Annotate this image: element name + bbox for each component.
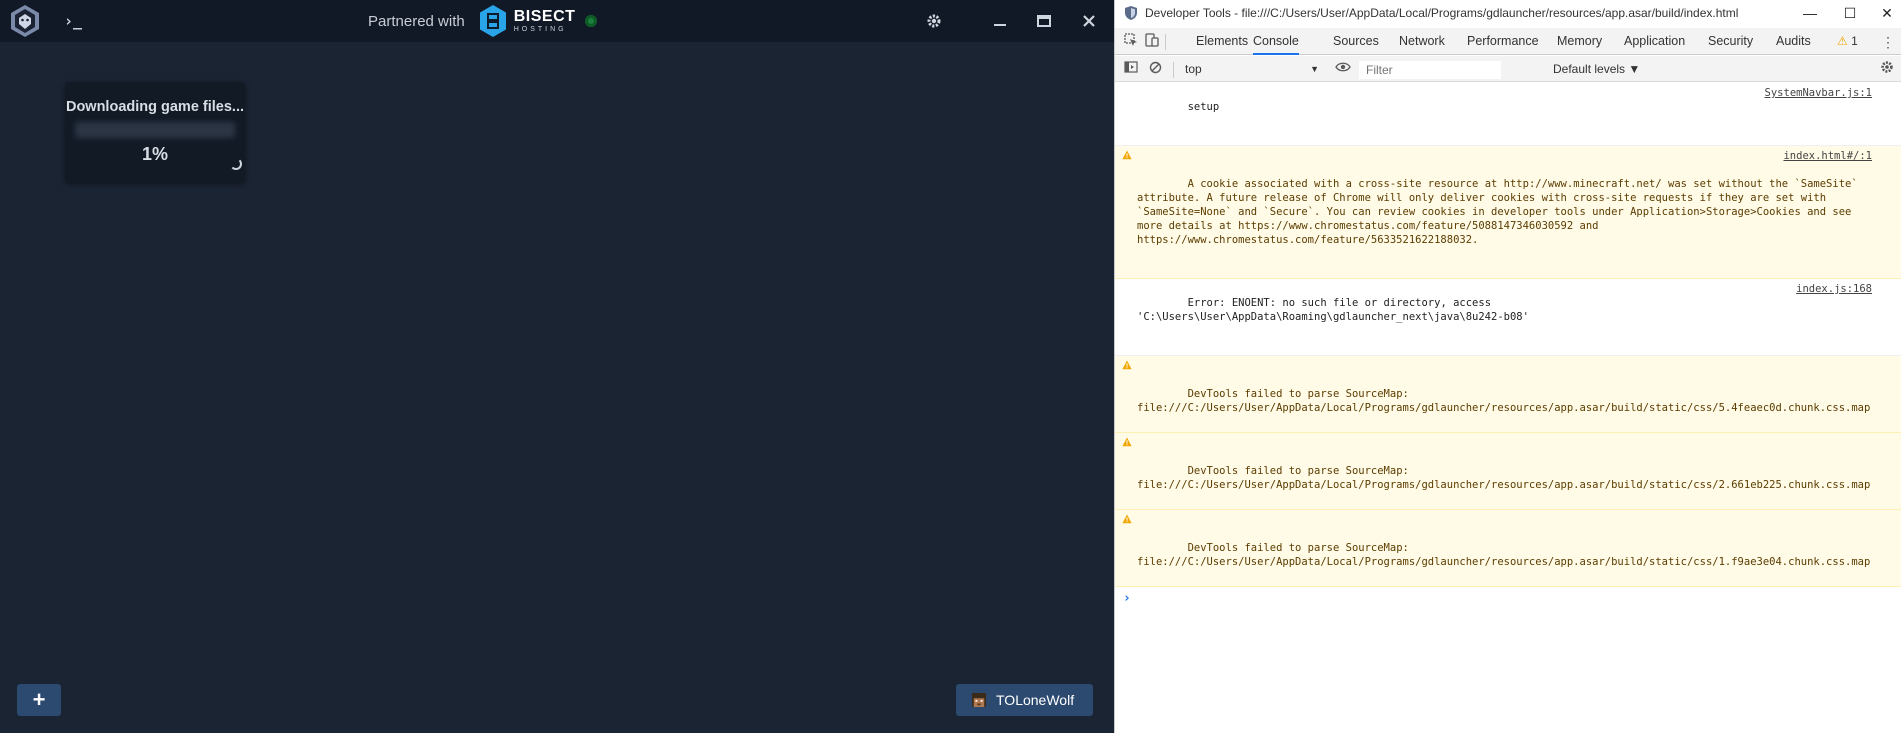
- close-icon[interactable]: [1077, 9, 1101, 33]
- spinner-icon: [230, 158, 242, 170]
- warnings-badge[interactable]: ⚠ 1: [1837, 28, 1858, 55]
- context-value: top: [1185, 62, 1202, 76]
- console-settings-gear-icon[interactable]: [1879, 60, 1895, 76]
- console-message-text: DevTools failed to parse SourceMap: file…: [1137, 465, 1871, 491]
- console-message-text: Error: ENOENT: no such file or directory…: [1137, 297, 1529, 323]
- bisect-sub: HOSTING: [513, 26, 567, 33]
- tab-elements[interactable]: Elements: [1196, 28, 1248, 55]
- kebab-icon[interactable]: ⋮: [1881, 32, 1895, 52]
- console-message: Error: ENOENT: no such file or directory…: [1115, 279, 1901, 356]
- shield-app-icon: [1125, 6, 1137, 20]
- maximize-icon[interactable]: ☐: [1830, 3, 1870, 23]
- add-instance-button[interactable]: +: [17, 684, 61, 716]
- partner-banner[interactable]: Partnered with BISECT HOSTING: [368, 5, 598, 37]
- console-message-source[interactable]: index.js:168: [1796, 282, 1872, 296]
- console-warning: DevTools failed to parse SourceMap: file…: [1115, 510, 1901, 587]
- console-warning: DevTools failed to parse SourceMap: file…: [1115, 433, 1901, 510]
- sidebar-icon[interactable]: [1123, 61, 1139, 77]
- account-button[interactable]: TOLoneWolf: [956, 684, 1093, 716]
- partner-text: Partnered with: [368, 12, 465, 30]
- console-message-text: setup: [1187, 101, 1220, 113]
- warning-icon: [1122, 360, 1132, 370]
- account-name: TOLoneWolf: [996, 692, 1075, 708]
- console-toolbar: top ▼ Default levels ▼: [1115, 56, 1901, 82]
- instance-card[interactable]: Downloading game files... 1%: [65, 82, 245, 182]
- toolbar-separator: [1173, 62, 1174, 78]
- console-output: setup SystemNavbar.js:1 A cookie associa…: [1115, 83, 1901, 733]
- tab-network[interactable]: Network: [1399, 28, 1445, 55]
- devtools-tabbar: Elements Console Sources Network Perform…: [1115, 28, 1901, 55]
- devtools-titlebar: Developer Tools - file:///C:/Users/User/…: [1115, 0, 1901, 26]
- tab-application[interactable]: Application: [1624, 28, 1685, 55]
- minimize-icon[interactable]: [988, 9, 1012, 33]
- instance-download-status: Downloading game files...: [65, 99, 245, 115]
- avatar-icon: [972, 693, 986, 707]
- inspect-icon[interactable]: [1123, 33, 1139, 49]
- log-levels-dropdown[interactable]: Default levels ▼: [1553, 60, 1640, 78]
- gdlauncher-logo-icon[interactable]: [9, 4, 41, 38]
- console-message-text: DevTools failed to parse SourceMap: file…: [1137, 388, 1871, 414]
- context-select[interactable]: top ▼: [1185, 60, 1319, 78]
- online-status-dot: [585, 15, 598, 27]
- console-message-text: A cookie associated with a cross-site re…: [1137, 178, 1864, 246]
- instance-name-blurred: [75, 122, 235, 138]
- tab-memory[interactable]: Memory: [1557, 28, 1602, 55]
- minimize-icon[interactable]: —: [1790, 3, 1830, 23]
- instance-progress-text: 1%: [141, 144, 168, 164]
- screen: ›_ Partnered with BISECT HOSTING Downloa…: [0, 0, 1901, 733]
- warning-icon: [1122, 437, 1132, 447]
- warnings-count: 1: [1851, 34, 1858, 48]
- settings-gear-icon[interactable]: [922, 9, 946, 33]
- console-message-text: DevTools failed to parse SourceMap: file…: [1137, 542, 1871, 568]
- console-prompt[interactable]: ›: [1115, 587, 1901, 606]
- tab-separator: [1165, 34, 1166, 50]
- warning-icon: [1122, 514, 1132, 524]
- bisect-wordmark: BISECT HOSTING: [513, 8, 576, 34]
- tab-security[interactable]: Security: [1708, 28, 1753, 55]
- tab-performance[interactable]: Performance: [1467, 28, 1539, 55]
- console-message: setup SystemNavbar.js:1: [1115, 83, 1901, 146]
- clear-icon[interactable]: [1147, 61, 1163, 77]
- launcher-navbar: ›_ Partnered with BISECT HOSTING: [0, 0, 1114, 42]
- eye-icon[interactable]: [1335, 61, 1351, 77]
- warning-icon: [1122, 150, 1132, 160]
- tab-console[interactable]: Console: [1253, 28, 1299, 55]
- chevron-down-icon: ▼: [1310, 64, 1319, 74]
- devtools-window: Developer Tools - file:///C:/Users/User/…: [1114, 0, 1901, 733]
- tab-audits[interactable]: Audits: [1776, 28, 1811, 55]
- device-icon[interactable]: [1144, 33, 1160, 49]
- launcher-window: ›_ Partnered with BISECT HOSTING Downloa…: [0, 0, 1114, 733]
- console-message-source[interactable]: SystemNavbar.js:1: [1765, 86, 1872, 100]
- bisect-logo-icon: [479, 5, 506, 37]
- warning-icon: ⚠: [1837, 34, 1848, 48]
- console-warning: DevTools failed to parse SourceMap: file…: [1115, 356, 1901, 433]
- terminal-icon[interactable]: ›_: [64, 11, 86, 31]
- devtools-title: Developer Tools - file:///C:/Users/User/…: [1145, 6, 1739, 20]
- console-warning: A cookie associated with a cross-site re…: [1115, 146, 1901, 279]
- tab-sources[interactable]: Sources: [1333, 28, 1379, 55]
- maximize-icon[interactable]: [1032, 9, 1056, 33]
- bisect-name: BISECT: [513, 8, 576, 25]
- console-message-source[interactable]: index.html#/:1: [1783, 149, 1872, 163]
- close-icon[interactable]: ✕: [1867, 3, 1901, 23]
- filter-input[interactable]: [1359, 61, 1501, 79]
